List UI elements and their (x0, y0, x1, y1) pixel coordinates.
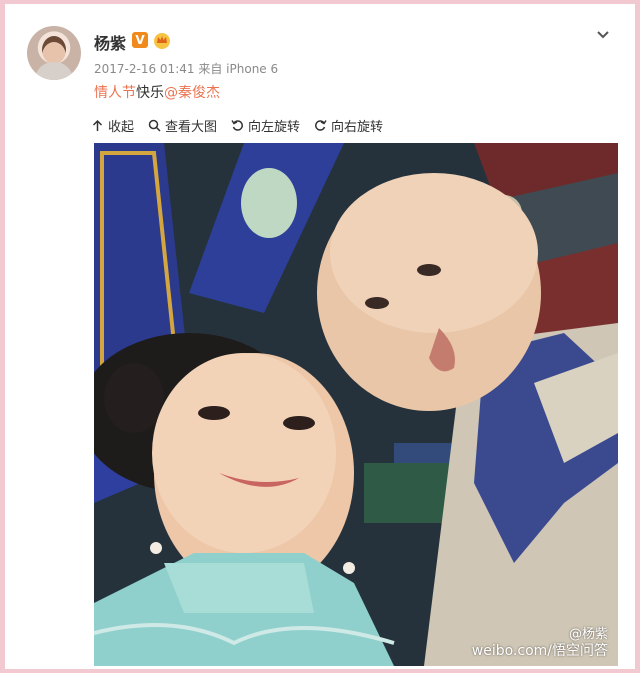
avatar[interactable] (27, 26, 81, 80)
source-device: iPhone 6 (226, 62, 279, 76)
arrow-up-icon (92, 119, 103, 131)
rotate-left-label: 向左旋转 (248, 120, 301, 135)
rotate-left-icon (231, 120, 243, 131)
crown-icon (154, 33, 170, 49)
search-icon (148, 119, 161, 132)
view-large-button[interactable]: 查看大图 (148, 116, 217, 135)
post-meta: 2017-2-16 01:41 来自 iPhone 6 (94, 60, 278, 77)
topic-tag[interactable]: 情人节 (94, 85, 136, 101)
weibo-post-card: 杨紫 V 2017-2-16 01:41 来自 iPhone 6 情人节快乐@秦… (5, 4, 635, 669)
post-photo[interactable]: @杨紫 weibo.com/悟空问答 (94, 143, 618, 666)
post-text-plain: 快乐 (136, 85, 164, 101)
rotate-right-button[interactable]: 向右旋转 (314, 116, 383, 135)
chevron-down-icon[interactable] (595, 26, 611, 42)
timestamp[interactable]: 2017-2-16 01:41 (94, 62, 195, 76)
rotate-left-button[interactable]: 向左旋转 (231, 116, 300, 135)
post-text: 情人节快乐@秦俊杰 (94, 82, 220, 102)
username[interactable]: 杨紫 (94, 30, 126, 54)
image-toolbar: 收起 查看大图 向左旋转 向右旋转 (91, 116, 383, 135)
photo-watermark: @杨紫 weibo.com/悟空问答 (472, 626, 608, 660)
collapse-button[interactable]: 收起 (91, 116, 134, 135)
watermark-overlay: 悟空问答 (552, 643, 608, 659)
mention-link[interactable]: @秦俊杰 (164, 85, 220, 101)
source-prefix: 来自 (198, 62, 223, 76)
avatar-body (35, 62, 73, 80)
watermark-site: weibo.com/ (471, 643, 552, 659)
photo-illustration (94, 143, 618, 666)
view-large-label: 查看大图 (165, 120, 218, 135)
rotate-right-icon (315, 120, 327, 131)
watermark-handle: @杨紫 (568, 627, 608, 642)
collapse-label: 收起 (108, 120, 135, 135)
verified-badge-icon: V (132, 32, 148, 48)
rotate-right-label: 向右旋转 (331, 120, 384, 135)
avatar-face (42, 36, 66, 64)
